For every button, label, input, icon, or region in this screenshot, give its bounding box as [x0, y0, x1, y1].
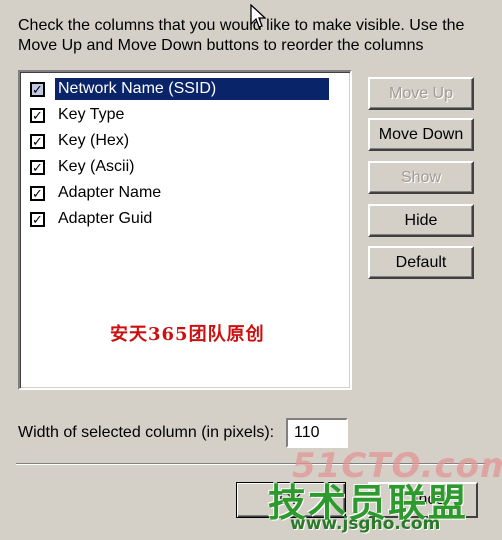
- checkbox-checked-icon[interactable]: ✓: [30, 185, 45, 201]
- watermark-overlay-text: 安天365团队原创: [110, 324, 265, 345]
- column-item-label: Adapter Guid: [58, 210, 153, 227]
- show-button[interactable]: Show: [368, 161, 474, 194]
- checkbox-checked-icon[interactable]: ✓: [30, 107, 45, 123]
- checkbox-checked-icon[interactable]: ✓: [30, 159, 45, 175]
- column-item-network-name[interactable]: ✓ Network Name (SSID): [30, 78, 342, 100]
- move-down-button[interactable]: Move Down: [368, 118, 474, 151]
- column-item-key-type[interactable]: ✓ Key Type: [30, 104, 342, 126]
- column-item-adapter-guid[interactable]: ✓ Adapter Guid: [30, 208, 342, 230]
- hide-button[interactable]: Hide: [368, 204, 474, 237]
- column-width-label: Width of selected column (in pixels):: [18, 424, 275, 441]
- mouse-cursor-icon: [250, 4, 266, 28]
- column-item-label: Key Type: [58, 106, 125, 123]
- column-item-key-hex[interactable]: ✓ Key (Hex): [30, 130, 342, 152]
- column-item-label: Adapter Name: [58, 184, 162, 201]
- checkbox-checked-icon[interactable]: ✓: [30, 133, 45, 149]
- columns-listbox[interactable]: ✓ Network Name (SSID) ✓ Key Type ✓ Key (…: [18, 70, 352, 390]
- column-width-input[interactable]: [286, 418, 348, 448]
- watermark-url: www.jsgho.com: [290, 514, 441, 534]
- column-item-adapter-name[interactable]: ✓ Adapter Name: [30, 182, 342, 204]
- move-up-button[interactable]: Move Up: [368, 77, 474, 110]
- checkbox-checked-icon[interactable]: ✓: [30, 81, 45, 97]
- column-item-label: Network Name (SSID): [55, 78, 329, 100]
- checkbox-checked-icon[interactable]: ✓: [30, 211, 45, 227]
- column-item-key-ascii[interactable]: ✓ Key (Ascii): [30, 156, 342, 178]
- default-button[interactable]: Default: [368, 246, 474, 279]
- column-item-label: Key (Hex): [58, 132, 130, 149]
- column-item-label: Key (Ascii): [58, 158, 135, 175]
